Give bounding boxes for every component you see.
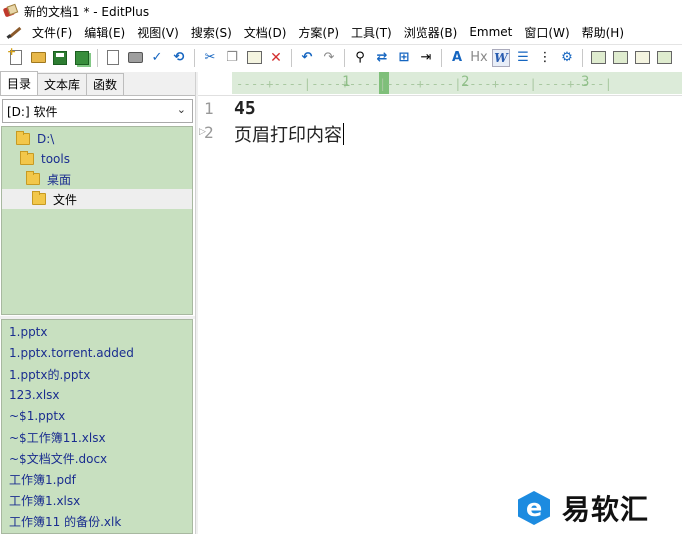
toolbar-separator [97,48,98,67]
menu-bar: 文件(F) 编辑(E) 视图(V) 搜索(S) 文档(D) 方案(P) 工具(T… [0,22,682,42]
tab-functions[interactable]: 函数 [86,73,125,95]
find-icon[interactable]: ⚲ [350,48,370,68]
folder-label: D:\ [37,132,55,146]
code-line[interactable]: 45 [234,98,256,119]
menu-browser[interactable]: 浏览器(B) [398,24,464,41]
directory-tree: D:\ tools 桌面 文件 [1,126,193,315]
open-folder-icon [32,191,46,205]
file-item[interactable]: 123.xlsx [9,385,60,405]
ruler-mark: 3 [581,74,590,90]
pane-splitter[interactable] [195,72,198,534]
hex-icon[interactable]: Hx [469,48,489,68]
watermark-text: 易软汇 [562,493,650,526]
word-wrap-icon[interactable]: W [491,48,511,68]
file-item[interactable]: 1.pptx.torrent.added [9,343,134,363]
ruler-ticks: ----+----|----+----|----+----|----+----|… [236,77,613,91]
print-preview-icon[interactable] [103,48,123,68]
find-in-files-icon[interactable]: ⊞ [394,48,414,68]
text-caret [343,123,344,145]
file-item[interactable]: 1.pptx的.pptx [9,364,90,384]
code-line-text: 页眉打印内容 [234,125,342,146]
menu-help[interactable]: 帮助(H) [576,24,630,41]
column-select-icon[interactable]: ⋮ [535,48,555,68]
code-line[interactable]: 页眉打印内容 [234,121,344,147]
toolbar-separator [441,48,442,67]
line-number: 2 [204,123,214,142]
file-item[interactable]: 工作簿1.pdf [9,469,76,489]
file-list: 1.pptx 1.pptx.torrent.added 1.pptx的.pptx… [1,319,193,534]
sidebar-tabs: 目录 文本库 函数 [0,71,196,96]
ruler: ----+----|----+----|----+----|----+----|… [198,72,682,96]
menu-view[interactable]: 视图(V) [131,24,185,41]
toolbar-separator [344,48,345,67]
drive-select-value: [D:] 软件 [7,104,58,119]
menu-emmet[interactable]: Emmet [463,25,518,39]
file-item[interactable]: 1.pptx [9,322,48,342]
drive-select[interactable]: [D:] 软件 ⌄ [2,99,193,123]
menu-tools[interactable]: 工具(T) [345,24,398,41]
folder-icon [26,171,40,185]
folder-item-d[interactable]: D:\ [16,129,54,149]
toolbar-separator [582,48,583,67]
pen-icon [6,25,22,39]
cut-icon[interactable]: ✂ [200,48,220,68]
toolbar-separator [291,48,292,67]
new-file-icon[interactable] [6,45,26,68]
folder-item-files[interactable]: 文件 [2,189,192,209]
ruler-mark: 2 [461,74,470,90]
line-number-icon[interactable]: ☰ [513,48,533,68]
paste-icon[interactable] [244,48,264,68]
menu-document[interactable]: 文档(D) [238,24,293,41]
title-bar: 新的文档1 * - EditPlus [0,0,682,22]
goto-line-icon[interactable]: ⇥ [416,48,436,68]
editplus-app-icon [2,3,19,18]
copy-icon[interactable]: ❐ [222,48,242,68]
save-icon[interactable] [50,48,70,68]
menu-window[interactable]: 窗口(W) [518,24,575,41]
menu-search[interactable]: 搜索(S) [185,24,238,41]
folder-label: tools [41,152,70,166]
folder-item-tools[interactable]: tools [20,149,70,169]
line-number: 1 [204,99,214,118]
file-item[interactable]: ~$1.pptx [9,406,65,426]
window-title: 新的文档1 * - EditPlus [24,4,150,19]
menu-file[interactable]: 文件(F) [26,24,78,41]
file-item[interactable]: ~$工作簿11.xlsx [9,427,106,447]
watermark: e 易软汇 [516,488,682,528]
browser-preview-icon[interactable]: ⟲ [169,48,189,68]
toolbar-separator [194,48,195,67]
folder-label: 文件 [53,192,78,207]
folder-item-desktop[interactable]: 桌面 [26,169,71,189]
font-icon[interactable]: A [447,48,467,68]
folder-icon [16,131,30,145]
replace-icon[interactable]: ⇄ [372,48,392,68]
save-all-icon[interactable] [72,48,92,68]
undo-icon[interactable]: ↶ [297,48,317,68]
cliptext-icon[interactable] [588,48,608,68]
redo-icon[interactable]: ↷ [319,48,339,68]
file-item[interactable]: 工作簿11 的备份.xlk [9,511,121,531]
tab-cliptext[interactable]: 文本库 [37,73,88,95]
output-icon[interactable] [632,48,652,68]
ruler-mark: 1 [342,74,351,90]
chevron-down-icon: ⌄ [176,103,186,116]
tab-directory[interactable]: 目录 [0,71,39,95]
settings-icon[interactable]: ⚙ [557,48,577,68]
watermark-logo-icon: e [516,489,554,527]
open-folder-icon[interactable] [28,48,48,68]
user-tool-icon[interactable] [654,48,674,68]
menu-edit[interactable]: 编辑(E) [78,24,131,41]
file-item[interactable]: 工作簿1.xlsx [9,490,80,510]
toolbar: ✓ ⟲ ✂ ❐ ✕ ↶ ↷ ⚲ ⇄ ⊞ ⇥ A Hx W ☰ ⋮ ⚙ [0,44,682,70]
file-item[interactable]: ~$文档文件.docx [9,448,107,468]
spellcheck-icon[interactable]: ✓ [147,48,167,68]
print-icon[interactable] [125,48,145,68]
folder-label: 桌面 [47,172,72,187]
delete-icon[interactable]: ✕ [266,48,286,68]
directory-icon[interactable] [610,48,630,68]
menu-project[interactable]: 方案(P) [292,24,345,41]
folder-icon [20,151,34,165]
